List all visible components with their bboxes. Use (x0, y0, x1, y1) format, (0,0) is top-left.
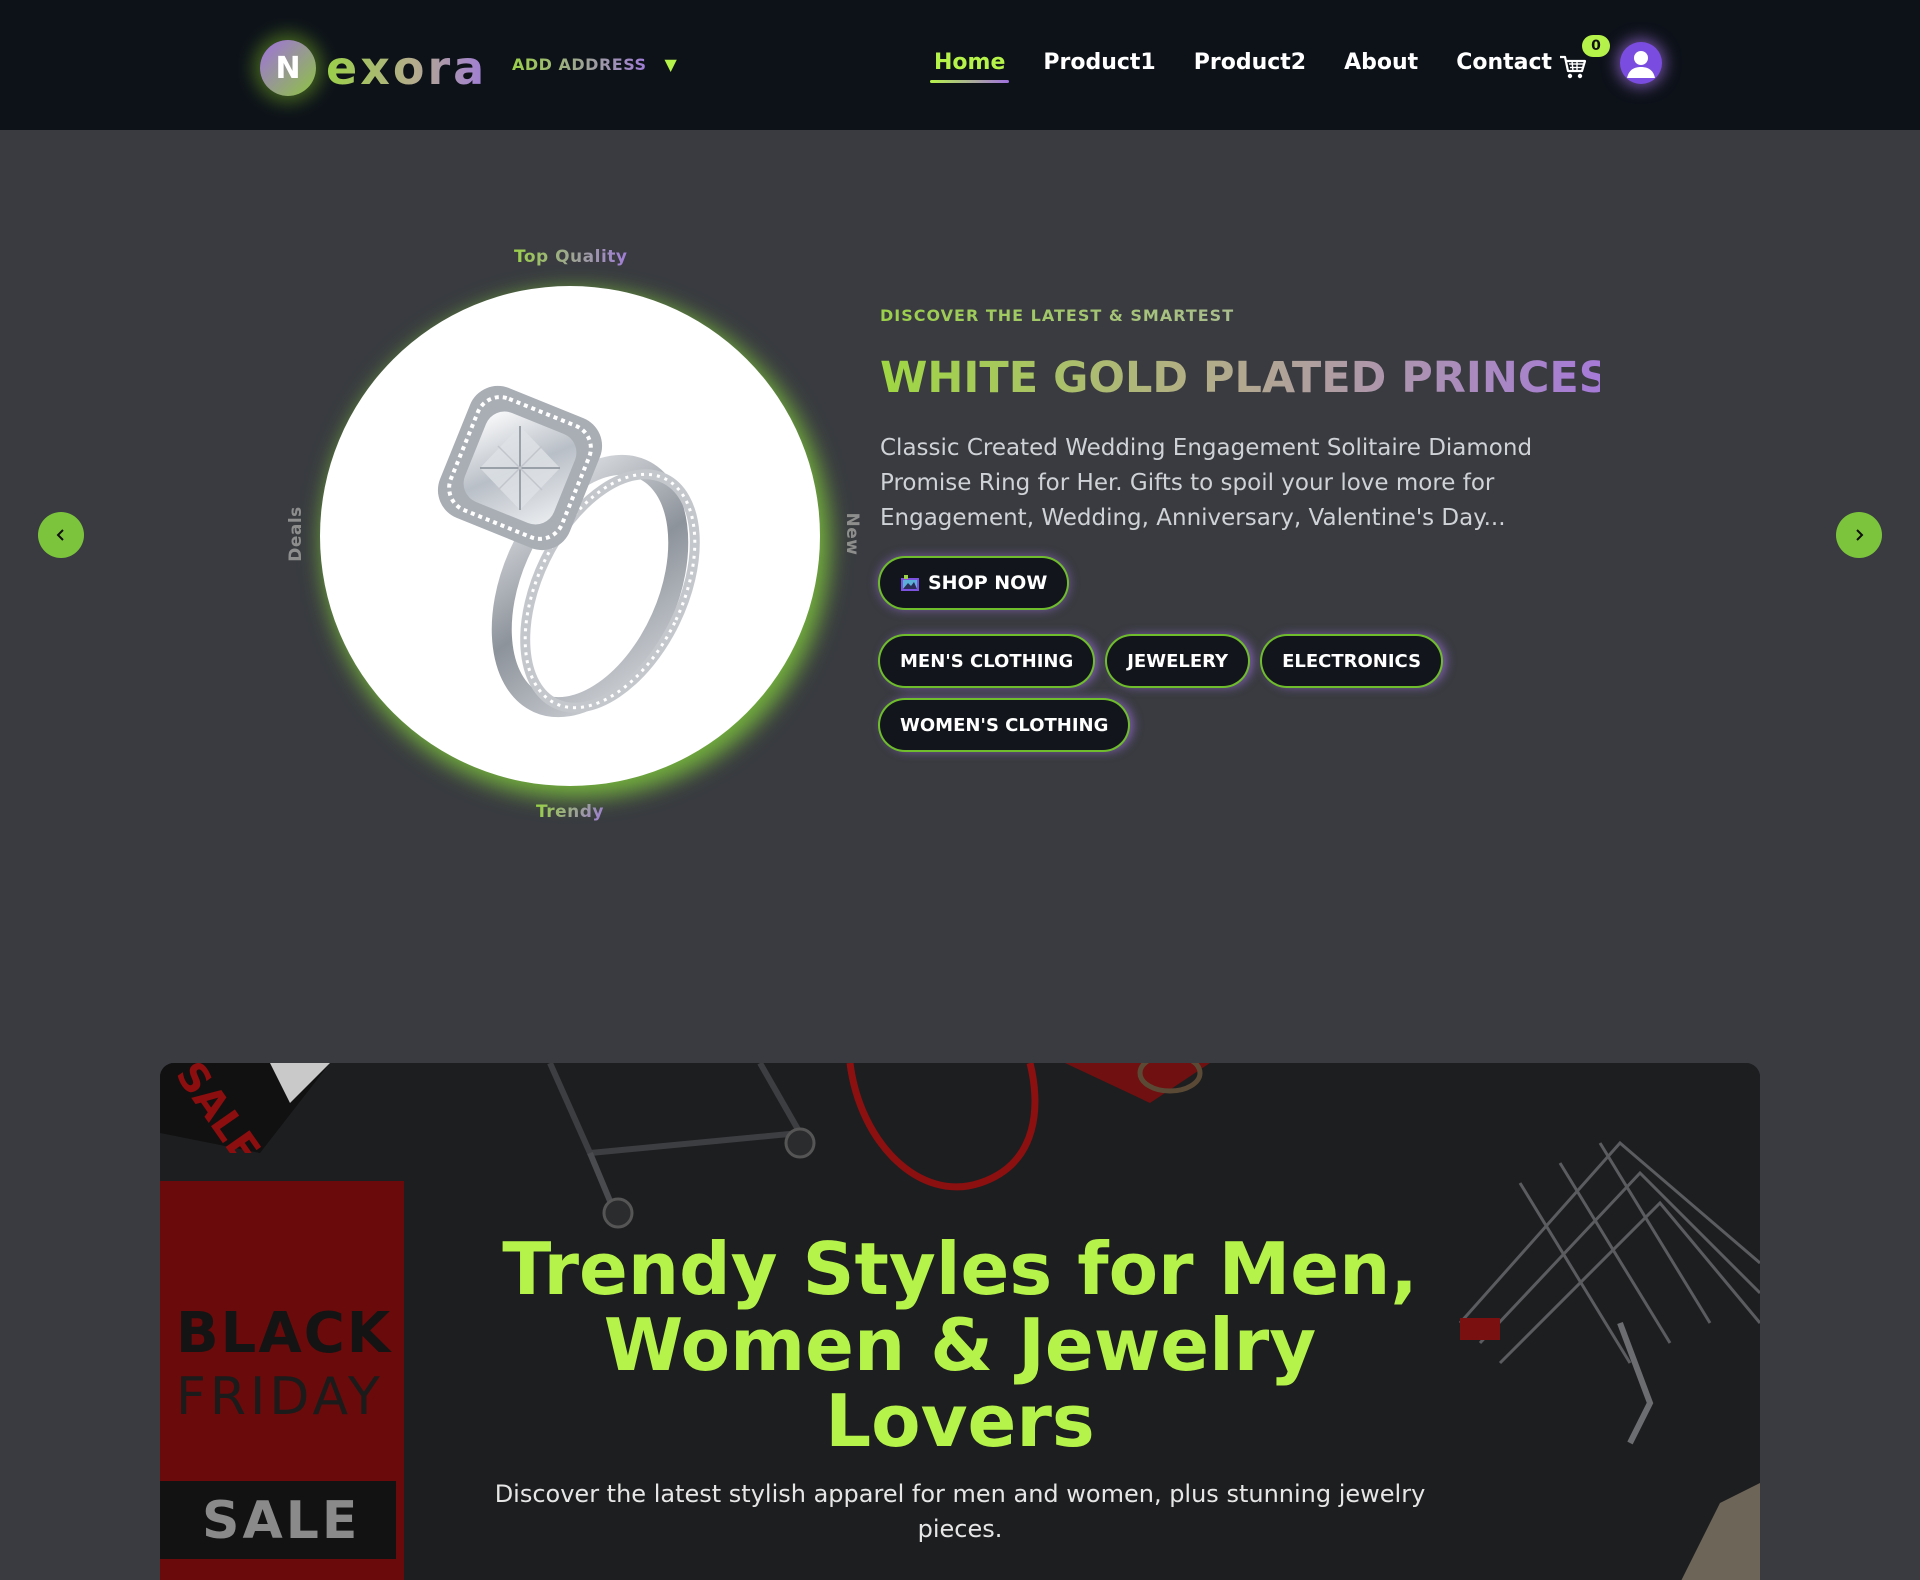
label-deals: Deals (286, 506, 306, 562)
add-address-label: ADD ADDRESS (512, 55, 647, 74)
user-icon (1627, 51, 1655, 78)
slider-prev-button[interactable] (38, 512, 84, 558)
hero-eyebrow: DISCOVER THE LATEST & SMARTEST (880, 306, 1600, 325)
nav-about[interactable]: About (1344, 50, 1418, 83)
chevron-left-icon (56, 529, 64, 541)
chip-electronics[interactable]: ELECTRONICS (1262, 636, 1442, 686)
nav-home[interactable]: Home (929, 50, 1010, 83)
slider-next-button[interactable] (1836, 512, 1882, 558)
label-trendy: Trendy (536, 802, 604, 822)
hero-content: DISCOVER THE LATEST & SMARTEST WHITE GOL… (880, 306, 1639, 750)
sale-tag-image: SALE (160, 1063, 330, 1153)
promo-black-text: BLACK (176, 1301, 393, 1366)
banner-subtitle: Discover the latest stylish apparel for … (494, 1480, 1426, 1543)
chevron-right-icon (1856, 529, 1864, 541)
nav-contact[interactable]: Contact (1456, 50, 1552, 83)
label-top-quality: Top Quality (514, 247, 628, 267)
cart-icon[interactable] (1558, 52, 1588, 82)
logo-badge: N (260, 40, 316, 96)
shopping-bag-icon (901, 575, 919, 591)
category-chips: MEN'S CLOTHING JEWELERY ELECTRONICS WOME… (880, 636, 1500, 750)
hero-description: Classic Created Wedding Engagement Solit… (880, 435, 1533, 531)
product-image[interactable] (320, 286, 820, 786)
add-address-dropdown[interactable]: ADD ADDRESS ▼ (512, 55, 677, 74)
nav-product2[interactable]: Product2 (1194, 50, 1306, 83)
site-header: N exora ADD ADDRESS ▼ Home Product1 Prod… (0, 0, 1920, 130)
shop-now-label: SHOP NOW (928, 572, 1048, 594)
user-avatar[interactable] (1620, 42, 1662, 84)
shop-now-button[interactable]: SHOP NOW (880, 558, 1068, 608)
caret-down-icon: ▼ (664, 55, 677, 74)
logo-text: exora (326, 41, 488, 95)
promo-sale-text: SALE (202, 1491, 361, 1551)
promo-friday-text: FRIDAY (176, 1367, 384, 1427)
chip-mens-clothing[interactable]: MEN'S CLOTHING (880, 636, 1094, 686)
hero-title: WHITE GOLD PLATED PRINCESS (880, 353, 1639, 403)
chip-jewelery[interactable]: JEWELERY (1107, 636, 1249, 686)
logo[interactable]: N exora (260, 40, 487, 96)
promo-banner: SALE BLACK FRIDAY SALE Trendy Styles for… (160, 1063, 1760, 1580)
chip-womens-clothing[interactable]: WOMEN'S CLOTHING (880, 700, 1129, 750)
ring-illustration (437, 385, 700, 718)
banner-title: Trendy Styles for Men, Women & Jewelry L… (502, 1227, 1418, 1463)
label-new: New (842, 512, 862, 556)
main-nav: Home Product1 Product2 About Contact (929, 50, 1590, 83)
black-friday-card: BLACK FRIDAY SALE (160, 1181, 404, 1580)
cart-count-badge: 0 (1582, 35, 1610, 57)
nav-product1[interactable]: Product1 (1043, 50, 1155, 83)
